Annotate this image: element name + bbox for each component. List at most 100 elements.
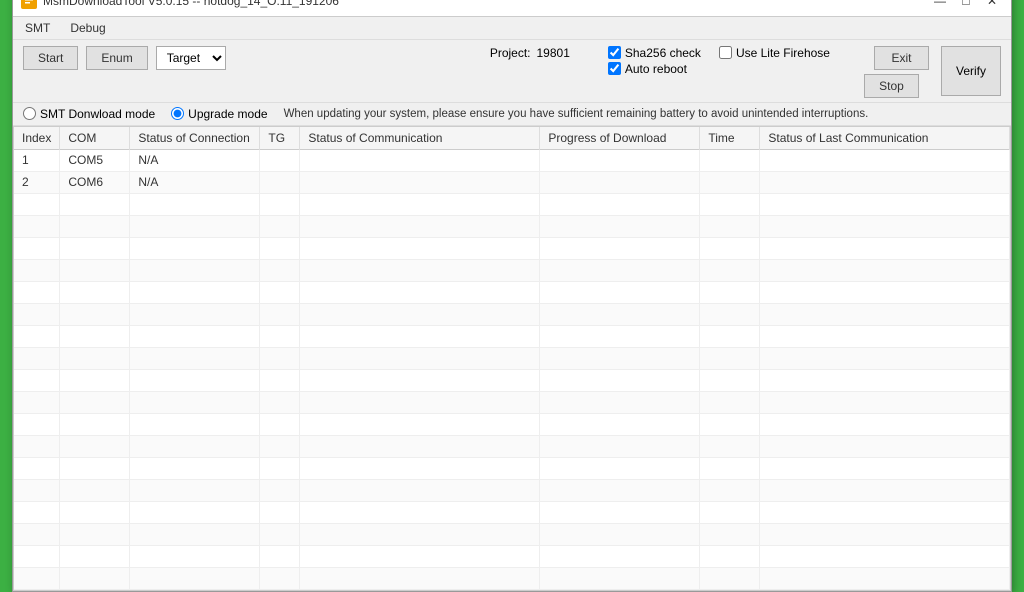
smt-mode-radio[interactable] xyxy=(23,107,36,120)
cell-index: 1 xyxy=(14,149,60,171)
enum-button[interactable]: Enum xyxy=(86,46,147,70)
sha256-label: Sha256 check xyxy=(625,46,701,60)
project-value: 19801 xyxy=(537,46,570,60)
table-row-empty xyxy=(14,391,1010,413)
table-row-empty xyxy=(14,369,1010,391)
header-last-comm: Status of Last Communication xyxy=(760,127,1010,150)
cell-empty xyxy=(14,435,60,457)
close-button[interactable]: ✕ xyxy=(981,0,1003,12)
cell-status-conn: N/A xyxy=(130,171,260,193)
upgrade-mode-label: Upgrade mode xyxy=(188,107,267,121)
header-time: Time xyxy=(700,127,760,150)
cell-empty xyxy=(14,545,60,567)
main-window: MsmDownloadTool V5.0.15 -- hotdog_14_O.1… xyxy=(12,0,1012,592)
lite-firehose-row: Use Lite Firehose xyxy=(719,46,830,60)
cell-last-comm xyxy=(760,149,1010,171)
data-table: Index COM Status of Connection TG Status… xyxy=(14,127,1010,590)
cell-empty xyxy=(14,567,60,589)
auto-reboot-checkbox[interactable] xyxy=(608,62,621,75)
table-row-empty xyxy=(14,325,1010,347)
table-row-empty xyxy=(14,523,1010,545)
title-bar: MsmDownloadTool V5.0.15 -- hotdog_14_O.1… xyxy=(13,0,1011,17)
table-row-empty xyxy=(14,237,1010,259)
auto-reboot-row: Auto reboot xyxy=(608,62,701,76)
window-title: MsmDownloadTool V5.0.15 -- hotdog_14_O.1… xyxy=(43,0,339,8)
cell-empty xyxy=(14,281,60,303)
cell-status-comm xyxy=(300,149,540,171)
notice-text: When updating your system, please ensure… xyxy=(284,108,869,120)
cell-empty xyxy=(14,303,60,325)
cell-com: COM6 xyxy=(60,171,130,193)
table-row: 2 COM6 N/A xyxy=(14,171,1010,193)
header-progress: Progress of Download xyxy=(540,127,700,150)
table-body: 1 COM5 N/A 2 COM6 N/A xyxy=(14,149,1010,589)
start-button[interactable]: Start xyxy=(23,46,78,70)
maximize-button[interactable]: □ xyxy=(955,0,977,12)
menu-debug[interactable]: Debug xyxy=(66,19,109,37)
cell-tg xyxy=(260,171,300,193)
project-label: Project: xyxy=(490,46,531,60)
header-status-comm: Status of Communication xyxy=(300,127,540,150)
table-row-empty xyxy=(14,545,1010,567)
cell-status-conn: N/A xyxy=(130,149,260,171)
lite-firehose-checkbox[interactable] xyxy=(719,46,732,59)
data-table-container: Index COM Status of Connection TG Status… xyxy=(13,126,1011,591)
cell-progress xyxy=(540,149,700,171)
upgrade-mode-radio[interactable] xyxy=(171,107,184,120)
window-controls: — □ ✕ xyxy=(929,0,1003,12)
table-row-empty xyxy=(14,435,1010,457)
table-row-empty xyxy=(14,281,1010,303)
app-icon xyxy=(21,0,37,9)
upgrade-mode-row: Upgrade mode xyxy=(171,107,267,121)
menu-bar: SMT Debug xyxy=(13,17,1011,40)
cell-empty xyxy=(14,369,60,391)
cell-time xyxy=(700,171,760,193)
table-row-empty xyxy=(14,457,1010,479)
lite-firehose-label: Use Lite Firehose xyxy=(736,46,830,60)
menu-smt[interactable]: SMT xyxy=(21,19,54,37)
header-com: COM xyxy=(60,127,130,150)
table-row-empty xyxy=(14,193,1010,215)
auto-reboot-label: Auto reboot xyxy=(625,62,687,76)
minimize-button[interactable]: — xyxy=(929,0,951,12)
cell-progress xyxy=(540,171,700,193)
checkboxes-section: Sha256 check Auto reboot xyxy=(608,46,701,76)
stop-button[interactable]: Stop xyxy=(864,74,919,98)
mode-bar: SMT Donwload mode Upgrade mode When upda… xyxy=(13,103,1011,126)
cell-status-comm xyxy=(300,171,540,193)
lite-firehose-section: Use Lite Firehose xyxy=(719,46,830,60)
cell-empty xyxy=(14,237,60,259)
cell-empty xyxy=(14,413,60,435)
cell-tg xyxy=(260,149,300,171)
toolbar-buttons: Start Enum Target xyxy=(23,46,226,70)
table-row-empty xyxy=(14,501,1010,523)
table-row-empty xyxy=(14,413,1010,435)
target-select[interactable]: Target xyxy=(156,46,226,70)
table-header-row: Index COM Status of Connection TG Status… xyxy=(14,127,1010,150)
table-row: 1 COM5 N/A xyxy=(14,149,1010,171)
cell-last-comm xyxy=(760,171,1010,193)
cell-index: 2 xyxy=(14,171,60,193)
cell-empty xyxy=(14,457,60,479)
cell-empty xyxy=(14,501,60,523)
cell-empty xyxy=(14,347,60,369)
project-section: Project: 19801 xyxy=(490,46,570,60)
exit-stop-section: Exit Stop xyxy=(854,46,929,98)
verify-button[interactable]: Verify xyxy=(941,46,1001,96)
smt-mode-label: SMT Donwload mode xyxy=(40,107,155,121)
table-row-empty xyxy=(14,303,1010,325)
cell-empty xyxy=(14,325,60,347)
exit-button[interactable]: Exit xyxy=(874,46,929,70)
table-row-empty xyxy=(14,215,1010,237)
sha256-checkbox[interactable] xyxy=(608,46,621,59)
smt-mode-row: SMT Donwload mode xyxy=(23,107,155,121)
cell-empty xyxy=(14,479,60,501)
header-index: Index xyxy=(14,127,60,150)
sha256-row: Sha256 check xyxy=(608,46,701,60)
cell-empty xyxy=(14,259,60,281)
table-row-empty xyxy=(14,479,1010,501)
cell-time xyxy=(700,149,760,171)
title-bar-left: MsmDownloadTool V5.0.15 -- hotdog_14_O.1… xyxy=(21,0,339,9)
cell-empty xyxy=(14,193,60,215)
table-row-empty xyxy=(14,259,1010,281)
